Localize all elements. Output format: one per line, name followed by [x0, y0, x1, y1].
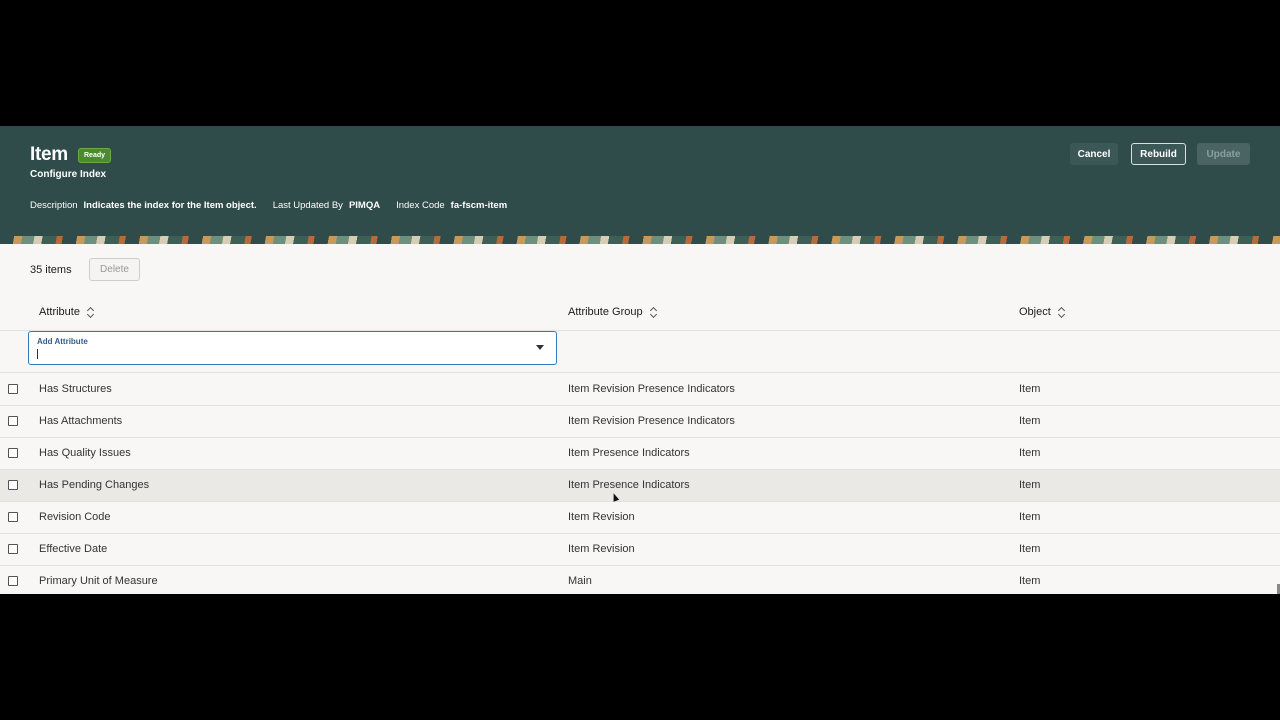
- sort-icon[interactable]: [87, 307, 94, 318]
- updated-by-label: Last Updated By: [272, 200, 343, 211]
- object-cell: Item: [1019, 511, 1041, 523]
- text-cursor: [37, 349, 38, 359]
- attribute-cell: Has Attachments: [39, 415, 123, 427]
- item-count: 35 items: [30, 264, 72, 276]
- cancel-button[interactable]: Cancel: [1070, 143, 1118, 165]
- description-label: Description: [30, 200, 78, 211]
- index-code-value: fa-fscm-item: [450, 200, 508, 211]
- row-checkbox[interactable]: [8, 480, 18, 490]
- column-header-object[interactable]: Object: [1019, 306, 1065, 318]
- index-code-label: Index Code: [396, 200, 445, 211]
- attribute-cell: Has Pending Changes: [39, 479, 150, 491]
- table-row[interactable]: Primary Unit of Measure Main Item: [0, 566, 1280, 594]
- attribute-group-cell: Item Revision Presence Indicators: [568, 383, 735, 395]
- sort-icon[interactable]: [1058, 307, 1065, 318]
- row-checkbox[interactable]: [8, 576, 18, 586]
- attribute-cell: Effective Date: [39, 543, 108, 555]
- object-cell: Item: [1019, 383, 1041, 395]
- configure-index-page: Item Ready Configure Index Description In…: [0, 126, 1280, 594]
- add-attribute-label: Add Attribute: [37, 337, 88, 346]
- column-header-attribute-group[interactable]: Attribute Group: [568, 306, 657, 318]
- column-header-attribute[interactable]: Attribute: [39, 306, 94, 318]
- attribute-group-cell: Main: [568, 575, 592, 587]
- row-checkbox[interactable]: [8, 448, 18, 458]
- table-row[interactable]: Has Structures Item Revision Presence In…: [0, 374, 1280, 406]
- attribute-group-cell: Item Presence Indicators: [568, 447, 690, 459]
- table-row[interactable]: Revision Code Item Revision Item: [0, 502, 1280, 534]
- rebuild-button[interactable]: Rebuild: [1131, 143, 1186, 165]
- status-badge: Ready: [78, 148, 112, 163]
- object-cell: Item: [1019, 447, 1041, 459]
- column-header-label: Attribute: [39, 306, 80, 318]
- decorative-banner: [0, 236, 1280, 244]
- page-header: Item Ready Configure Index Description In…: [0, 126, 1280, 236]
- object-cell: Item: [1019, 575, 1041, 587]
- row-checkbox[interactable]: [8, 512, 18, 522]
- sort-icon[interactable]: [650, 307, 657, 318]
- add-attribute-select[interactable]: Add Attribute: [28, 331, 557, 365]
- attribute-cell: Primary Unit of Measure: [39, 575, 158, 587]
- attribute-cell: Has Structures: [39, 383, 112, 395]
- attribute-group-cell: Item Revision: [568, 511, 635, 523]
- object-cell: Item: [1019, 479, 1041, 491]
- chevron-down-icon[interactable]: [536, 345, 544, 350]
- description-field: Description Indicates the index for the I…: [30, 200, 257, 211]
- object-cell: Item: [1019, 415, 1041, 427]
- page-subtitle: Configure Index: [30, 169, 107, 180]
- column-header-label: Attribute Group: [568, 306, 643, 318]
- table-row[interactable]: Has Quality Issues Item Presence Indicat…: [0, 438, 1280, 470]
- table-row[interactable]: Has Attachments Item Revision Presence I…: [0, 406, 1280, 438]
- index-code-field: Index Code fa-fscm-item: [396, 200, 507, 211]
- delete-button[interactable]: Delete: [89, 258, 140, 281]
- row-checkbox[interactable]: [8, 416, 18, 426]
- attribute-group-cell: Item Presence Indicators: [568, 479, 690, 491]
- attribute-group-cell: Item Revision Presence Indicators: [568, 415, 735, 427]
- attribute-cell: Has Quality Issues: [39, 447, 131, 459]
- table-row[interactable]: Has Pending Changes Item Presence Indica…: [0, 470, 1280, 502]
- add-row-divider: [0, 372, 1280, 373]
- row-checkbox[interactable]: [8, 544, 18, 554]
- index-metadata: Description Indicates the index for the I…: [30, 200, 507, 211]
- object-cell: Item: [1019, 543, 1041, 555]
- page-title: Item: [30, 144, 68, 165]
- update-button[interactable]: Update: [1197, 143, 1250, 165]
- table-row[interactable]: Effective Date Item Revision Item: [0, 534, 1280, 566]
- row-checkbox[interactable]: [8, 384, 18, 394]
- attribute-cell: Revision Code: [39, 511, 111, 523]
- attribute-group-cell: Item Revision: [568, 543, 635, 555]
- updated-by-field: Last Updated By PIMQA: [273, 200, 380, 211]
- updated-by-value: PIMQA: [348, 200, 381, 211]
- description-value: Indicates the index for the Item object.: [83, 200, 257, 211]
- column-header-label: Object: [1019, 306, 1051, 318]
